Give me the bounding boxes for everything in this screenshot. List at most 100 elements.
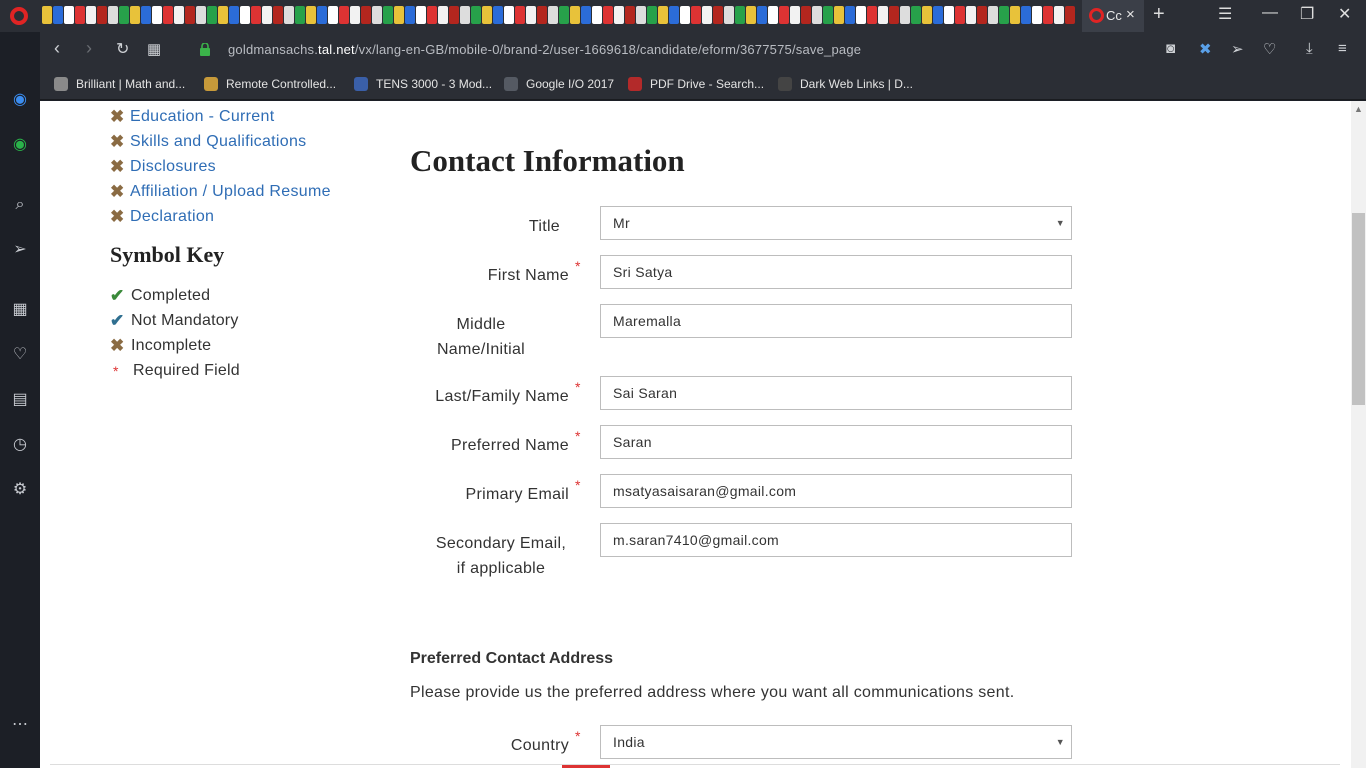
pinned-tab-favicon-icon[interactable] [702,6,712,24]
bookmark-item[interactable]: TENS 3000 - 3 Mod... [354,76,492,92]
pinned-tab-favicon-icon[interactable] [284,6,294,24]
send-icon[interactable]: ➢ [1231,40,1244,58]
pinned-tab-favicon-icon[interactable] [515,6,525,24]
pinned-tab-favicon-icon[interactable] [108,6,118,24]
pinned-tab-favicon-icon[interactable] [482,6,492,24]
messenger-icon[interactable]: ◉ [10,90,30,110]
pinned-tab-favicon-icon[interactable] [790,6,800,24]
bookmark-item[interactable]: Dark Web Links | D... [778,76,913,92]
pinned-tab-favicon-icon[interactable] [647,6,657,24]
pinned-tab-favicon-icon[interactable] [240,6,250,24]
settings-gear-icon[interactable]: ⚙ [10,480,30,500]
pinned-tab-favicon-icon[interactable] [757,6,767,24]
url-field[interactable]: goldmansachs.tal.net/vx/lang-en-GB/mobil… [228,42,861,57]
pinned-tab-favicon-icon[interactable] [119,6,129,24]
pinned-tab-favicon-icon[interactable] [889,6,899,24]
pinned-tab-favicon-icon[interactable] [383,6,393,24]
pinned-tab-favicon-icon[interactable] [75,6,85,24]
page-scrollbar[interactable] [1351,101,1366,768]
pinned-tab-favicon-icon[interactable] [317,6,327,24]
tab-menu-icon[interactable]: ☰ [1218,4,1232,24]
pinned-tab-favicon-icon[interactable] [130,6,140,24]
pinned-tab-favicon-icon[interactable] [691,6,701,24]
bookmark-item[interactable]: Google I/O 2017 [504,76,614,92]
bookmark-item[interactable]: PDF Drive - Search... [628,76,764,92]
middle-name-field[interactable]: Maremalla [600,304,1072,338]
pinned-tab-favicon-icon[interactable] [42,6,52,24]
pinned-tab-favicon-icon[interactable] [504,6,514,24]
pinned-tab-favicon-icon[interactable] [1043,6,1053,24]
pinned-tab-favicon-icon[interactable] [174,6,184,24]
section-link[interactable]: Education - Current [130,108,274,126]
pinned-tab-favicon-icon[interactable] [86,6,96,24]
pinned-tab-favicon-icon[interactable] [977,6,987,24]
download-icon[interactable]: ⤓ [1306,40,1313,57]
send-icon[interactable]: ➢ [10,240,30,260]
pinned-tab-favicon-icon[interactable] [999,6,1009,24]
pinned-tab-favicon-icon[interactable] [438,6,448,24]
pinned-tab-favicon-icon[interactable] [724,6,734,24]
camera-icon[interactable]: ◙ [1166,40,1175,57]
close-window-button[interactable]: ✕ [1338,4,1351,24]
pinned-tab-favicon-icon[interactable] [900,6,910,24]
tabs-grid-icon[interactable]: ▦ [147,40,161,58]
pinned-tab-favicon-icon[interactable] [394,6,404,24]
pinned-tab-favicon-icon[interactable] [713,6,723,24]
pinned-tab-favicon-icon[interactable] [471,6,481,24]
pinned-tab-favicon-icon[interactable] [581,6,591,24]
pinned-tab-favicon-icon[interactable] [537,6,547,24]
pinned-tab-favicon-icon[interactable] [1065,6,1075,24]
pinned-tab-favicon-icon[interactable] [768,6,778,24]
opera-menu-icon[interactable] [10,7,28,25]
pinned-tab-favicon-icon[interactable] [845,6,855,24]
pinned-tab-favicon-icon[interactable] [361,6,371,24]
more-icon[interactable]: ⋯ [10,715,30,735]
bookmark-item[interactable]: Brilliant | Math and... [54,76,185,92]
pinned-tab-favicon-icon[interactable] [262,6,272,24]
preferred-name-field[interactable]: Saran [600,425,1072,459]
pinned-tab-favicon-icon[interactable] [559,6,569,24]
pinned-tab-favicon-icon[interactable] [614,6,624,24]
pinned-tab-favicon-icon[interactable] [64,6,74,24]
active-tab[interactable]: Cc × [1082,0,1144,32]
scrollbar-thumb[interactable] [1352,213,1365,405]
minimize-button[interactable]: — [1262,4,1278,22]
pinned-tab-favicon-icon[interactable] [823,6,833,24]
pinned-tab-favicon-icon[interactable] [570,6,580,24]
pinned-tab-favicon-icon[interactable] [251,6,261,24]
section-nav-item[interactable]: ✖ Disclosures [110,154,331,179]
pinned-tab-favicon-icon[interactable] [141,6,151,24]
pinned-tab-favicon-icon[interactable] [735,6,745,24]
pinned-tab-favicon-icon[interactable] [812,6,822,24]
pinned-tab-favicon-icon[interactable] [493,6,503,24]
pinned-tab-favicon-icon[interactable] [603,6,613,24]
whatsapp-icon[interactable]: ◉ [10,135,30,155]
pinned-tab-favicon-icon[interactable] [933,6,943,24]
pinned-tab-favicon-icon[interactable] [680,6,690,24]
pinned-tab-favicon-icon[interactable] [372,6,382,24]
section-link[interactable]: Disclosures [130,158,216,176]
pinned-tab-favicon-icon[interactable] [229,6,239,24]
heart-icon[interactable]: ♡ [10,345,30,365]
last-name-field[interactable]: Sai Saran [600,376,1072,410]
pinned-tab-favicon-icon[interactable] [405,6,415,24]
pinned-tab-favicon-icon[interactable] [339,6,349,24]
section-link[interactable]: Affiliation / Upload Resume [130,183,331,201]
pinned-tabs[interactable] [42,6,1082,26]
pinned-tab-favicon-icon[interactable] [449,6,459,24]
section-nav-item[interactable]: ✖ Education - Current [110,104,331,129]
pinned-tab-favicon-icon[interactable] [427,6,437,24]
news-icon[interactable]: ▤ [10,390,30,410]
pinned-tab-favicon-icon[interactable] [625,6,635,24]
pinned-tab-favicon-icon[interactable] [779,6,789,24]
pinned-tab-favicon-icon[interactable] [416,6,426,24]
section-link[interactable]: Skills and Qualifications [130,133,306,151]
pinned-tab-favicon-icon[interactable] [1010,6,1020,24]
pinned-tab-favicon-icon[interactable] [834,6,844,24]
pinned-tab-favicon-icon[interactable] [911,6,921,24]
back-icon[interactable]: ‹ [54,38,60,59]
pinned-tab-favicon-icon[interactable] [185,6,195,24]
pinned-tab-favicon-icon[interactable] [53,6,63,24]
title-select[interactable]: Mr ▼ [600,206,1072,240]
pinned-tab-favicon-icon[interactable] [460,6,470,24]
